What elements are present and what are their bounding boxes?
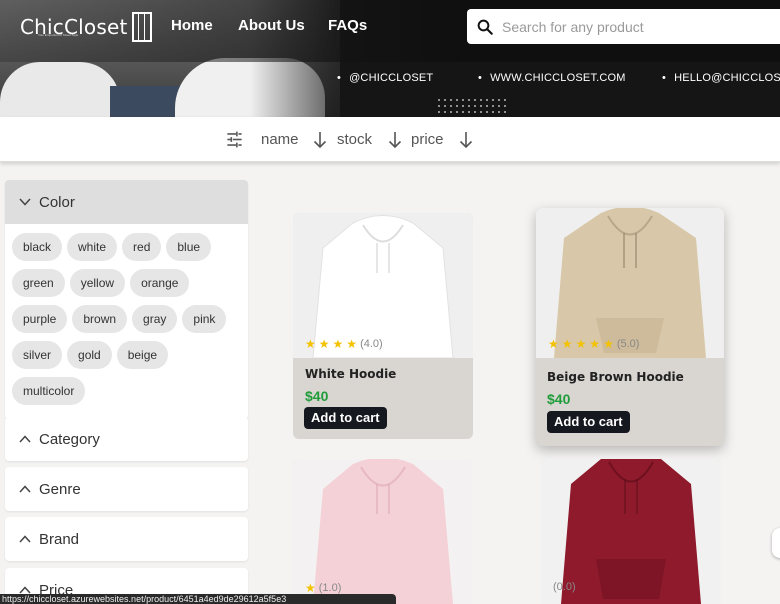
sort-name[interactable]: name	[261, 131, 299, 148]
product-rating: ★ ★ ★ ★ ★ (5.0)	[548, 337, 639, 351]
nav-faqs[interactable]: FAQs	[328, 17, 367, 34]
arrow-down-icon[interactable]	[459, 131, 473, 149]
logo[interactable]: ChicCloset	[20, 12, 152, 42]
sort-bar: name stock price	[0, 117, 780, 162]
rating-value: (0.0)	[553, 581, 576, 593]
add-to-cart-button[interactable]: Add to cart	[304, 407, 387, 429]
header-banner: ChicCloset Your Emporium of Street Style…	[0, 0, 780, 117]
filter-category-title: Category	[39, 430, 100, 448]
product-card[interactable]: ★ ★ ★ ★ ★ (5.0) Beige Brown Hoodie $40 Add t…	[536, 208, 724, 446]
color-chip-purple[interactable]: purple	[12, 305, 68, 333]
chevron-up-icon	[19, 435, 31, 443]
search-icon	[477, 19, 493, 35]
color-chip-orange[interactable]: orange	[130, 269, 190, 297]
filter-color-header[interactable]: Color	[5, 180, 248, 224]
color-chip-white[interactable]: white	[67, 233, 118, 261]
star-icon: ★	[305, 337, 316, 351]
product-rating: ★ (1.0)	[305, 581, 341, 595]
contact-website: WWW.CHICCLOSET.COM	[478, 72, 626, 84]
color-chips: black white red blue green yellow orange…	[5, 224, 248, 419]
chevron-up-icon	[19, 586, 31, 594]
product-card[interactable]: ★ ★ ★ ★ (4.0) White Hoodie $40 Add to cart	[293, 213, 473, 439]
color-chip-yellow[interactable]: yellow	[69, 269, 126, 297]
filter-genre-title: Genre	[39, 480, 81, 498]
chevron-up-icon	[19, 485, 31, 493]
color-chip-multicolor[interactable]: multicolor	[12, 377, 86, 405]
decorative-dots	[436, 97, 510, 115]
star-icon: ★	[305, 581, 316, 595]
logo-tagline: Your Emporium of Street Style	[38, 33, 79, 37]
carousel-next-button[interactable]	[772, 528, 780, 558]
wardrobe-icon	[131, 12, 152, 42]
color-chip-blue[interactable]: blue	[166, 233, 212, 261]
rating-value: (4.0)	[360, 338, 383, 350]
filter-color: Color black white red blue green yellow …	[5, 180, 248, 419]
rating-value: (1.0)	[318, 582, 342, 594]
product-name[interactable]: Beige Brown Hoodie	[547, 370, 684, 384]
color-chip-pink[interactable]: pink	[182, 305, 227, 333]
add-to-cart-button[interactable]: Add to cart	[547, 411, 630, 433]
contact-email: HELLO@CHICCLOSET	[662, 72, 780, 84]
chevron-down-icon	[19, 198, 31, 206]
product-card[interactable]: (0.0)	[541, 459, 721, 604]
product-image[interactable]	[536, 208, 724, 358]
filter-category[interactable]: Category	[5, 417, 248, 461]
chevron-up-icon	[19, 535, 31, 543]
color-chip-brown[interactable]: brown	[72, 305, 128, 333]
color-chip-gold[interactable]: gold	[67, 341, 112, 369]
search-bar[interactable]	[467, 9, 780, 44]
nav-about-us[interactable]: About Us	[238, 17, 305, 34]
search-input[interactable]	[502, 18, 762, 35]
status-url: https://chiccloset.azurewebsites.net/pro…	[0, 594, 396, 604]
product-name[interactable]: White Hoodie	[305, 367, 396, 381]
star-icon: ★	[561, 337, 573, 351]
star-icon: ★	[548, 337, 559, 351]
color-chip-black[interactable]: black	[12, 233, 63, 261]
color-chip-red[interactable]: red	[122, 233, 162, 261]
filter-brand-title: Brand	[39, 530, 80, 548]
color-chip-beige[interactable]: beige	[116, 341, 169, 369]
arrow-down-icon[interactable]	[313, 131, 327, 149]
product-rating: ★ ★ ★ ★ (4.0)	[305, 337, 383, 351]
product-card[interactable]: ★ (1.0)	[293, 459, 473, 604]
color-chip-gray[interactable]: gray	[132, 305, 178, 333]
star-icon: ★	[332, 337, 344, 351]
star-icon: ★	[575, 337, 587, 351]
filter-brand[interactable]: Brand	[5, 517, 248, 561]
arrow-down-icon[interactable]	[388, 131, 402, 149]
sort-stock[interactable]: stock	[337, 131, 372, 148]
nav-home[interactable]: Home	[171, 17, 213, 34]
filter-genre[interactable]: Genre	[5, 467, 248, 511]
product-price: $40	[305, 388, 329, 404]
product-rating: (0.0)	[553, 581, 576, 593]
star-icon: ★	[318, 337, 330, 351]
contact-instagram: @CHICCLOSET	[337, 72, 433, 84]
star-icon: ★	[603, 337, 614, 351]
product-price: $40	[547, 391, 571, 407]
color-chip-green[interactable]: green	[12, 269, 65, 297]
star-icon: ★	[346, 337, 358, 351]
color-chip-silver[interactable]: silver	[12, 341, 63, 369]
sort-price[interactable]: price	[411, 131, 444, 148]
star-icon: ★	[589, 337, 601, 351]
rating-value: (5.0)	[616, 338, 640, 350]
filter-color-title: Color	[39, 193, 75, 211]
tune-icon[interactable]	[225, 130, 244, 149]
